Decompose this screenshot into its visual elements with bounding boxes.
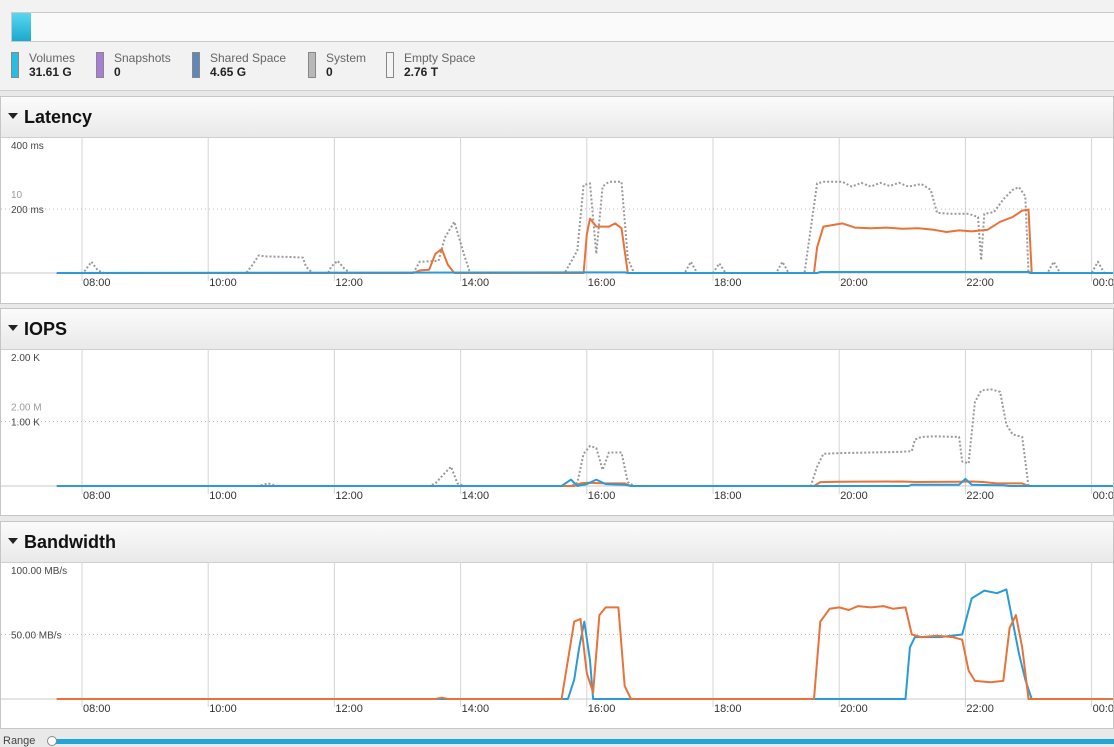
legend-snapshots-name: Snapshots xyxy=(114,51,171,65)
legend-volumes-swatch xyxy=(11,52,19,78)
x-tick-label: 20:00 xyxy=(840,490,868,502)
y-tick-label: 200 ms xyxy=(11,205,44,216)
x-tick-label: 14:00 xyxy=(462,277,490,289)
y-tick-label: 400 ms xyxy=(11,141,44,152)
x-tick-label: 14:00 xyxy=(462,490,490,502)
range-handle[interactable] xyxy=(47,736,57,746)
legend-empty-space-swatch xyxy=(386,52,394,78)
x-tick-label: 18:00 xyxy=(714,490,742,502)
x-tick-label: 08:00 xyxy=(83,277,111,289)
legend-snapshots-swatch xyxy=(96,52,104,78)
iops-panel: IOPS 2.00 K 1.00 K 2.00 M 08:00 10:00 12:00 14… xyxy=(0,308,1114,516)
chart-svg: 100.00 MB/s 50.00 MB/s 08:00 10:00 12:00 14:0… xyxy=(1,562,1113,715)
latency-panel-title: Latency xyxy=(24,107,93,127)
latency-chart: 400 ms 200 ms 10 08:00 10:00 12:00 14:00 16:00 1… xyxy=(1,137,1113,303)
x-tick-label: 18:00 xyxy=(714,277,742,289)
iops-panel-title: IOPS xyxy=(24,319,68,339)
chart-svg: 400 ms 200 ms 10 08:00 10:00 12:00 14:00 16:00 1… xyxy=(1,137,1113,289)
x-tick-label: 14:00 xyxy=(462,703,490,715)
legend-volumes-value: 31.61 G xyxy=(29,65,72,79)
series-line xyxy=(56,588,1113,700)
legend-shared-space-value: 4.65 G xyxy=(210,65,247,79)
x-tick-label: 12:00 xyxy=(335,490,363,502)
capacity-volumes-fill xyxy=(12,13,31,41)
range-label: Range xyxy=(3,735,36,747)
x-tick-label: 12:00 xyxy=(335,703,363,715)
bandwidth-chart: 100.00 MB/s 50.00 MB/s 08:00 10:00 12:00 14:0… xyxy=(1,562,1113,728)
latency-panel-header[interactable]: Latency xyxy=(1,97,1113,138)
x-tick-label: 22:00 xyxy=(966,703,994,715)
x-tick-label: 10:00 xyxy=(209,490,237,502)
y-tick-label: 2.00 K xyxy=(11,353,40,364)
range-track[interactable] xyxy=(53,739,1114,744)
series-line xyxy=(56,605,1113,700)
legend-shared-space-name: Shared Space xyxy=(210,51,287,65)
latency-panel: Latency 400 ms 200 ms 10 08:00 10:00 12:00 14:… xyxy=(0,96,1114,304)
x-tick-label: 12:00 xyxy=(335,277,363,289)
x-tick-label: 20:00 xyxy=(840,277,868,289)
x-tick-label: 10:00 xyxy=(209,277,237,289)
y-tick-label: 100.00 MB/s xyxy=(11,566,67,577)
x-tick-label: 20:00 xyxy=(840,703,868,715)
legend-system-swatch xyxy=(308,52,316,78)
legend-shared-space-swatch xyxy=(192,52,200,78)
x-tick-label: 16:00 xyxy=(588,703,616,715)
y-tick-label: 50.00 MB/s xyxy=(11,631,62,642)
bandwidth-panel: Bandwidth 100.00 MB/s 50.00 MB/s 08:00 10:0… xyxy=(0,521,1114,729)
collapse-arrow-icon[interactable] xyxy=(8,113,18,119)
series-line xyxy=(56,271,1113,274)
legend-system-value: 0 xyxy=(326,65,333,79)
legend-empty-space-value: 2.76 T xyxy=(404,65,439,79)
iops-panel-header[interactable]: IOPS xyxy=(1,309,1113,350)
legend-snapshots-value: 0 xyxy=(114,65,121,79)
series-line-dotted xyxy=(56,388,1113,487)
series-line xyxy=(56,208,1113,274)
x-tick-label: 22:00 xyxy=(966,490,994,502)
secondary-axis-label: 10 xyxy=(11,190,23,201)
y-tick-label: 1.00 K xyxy=(11,418,40,429)
legend-empty-space-name: Empty Space xyxy=(404,51,476,65)
x-tick-label: 08:00 xyxy=(83,703,111,715)
collapse-arrow-icon[interactable] xyxy=(8,325,18,331)
legend-system-name: System xyxy=(326,51,367,65)
secondary-axis-label: 2.00 M xyxy=(11,403,42,414)
x-tick-label: 00:00 xyxy=(1093,703,1113,715)
x-tick-label: 10:00 xyxy=(209,703,237,715)
collapse-arrow-icon[interactable] xyxy=(8,538,18,544)
bandwidth-panel-title: Bandwidth xyxy=(24,532,116,552)
x-tick-label: 16:00 xyxy=(588,490,616,502)
capacity-legend: Volumes 31.61 G Snapshots 0 Shared Space… xyxy=(0,50,1114,84)
x-tick-label: 22:00 xyxy=(966,277,994,289)
x-tick-label: 00:00 xyxy=(1093,490,1113,502)
capacity-bar xyxy=(11,12,1114,42)
x-tick-label: 18:00 xyxy=(714,703,742,715)
chart-svg: 2.00 K 1.00 K 2.00 M 08:00 10:00 12:00 14:00 16… xyxy=(1,349,1113,502)
x-tick-label: 08:00 xyxy=(83,490,111,502)
x-tick-label: 16:00 xyxy=(588,277,616,289)
bandwidth-panel-header[interactable]: Bandwidth xyxy=(1,522,1113,563)
iops-chart: 2.00 K 1.00 K 2.00 M 08:00 10:00 12:00 14:00 16… xyxy=(1,349,1113,515)
legend-volumes-name: Volumes xyxy=(29,51,76,65)
range-slider[interactable]: Range xyxy=(0,730,1114,747)
capacity-overview: Volumes 31.61 G Snapshots 0 Shared Space… xyxy=(0,0,1114,91)
x-tick-label: 00:00 xyxy=(1093,277,1113,289)
